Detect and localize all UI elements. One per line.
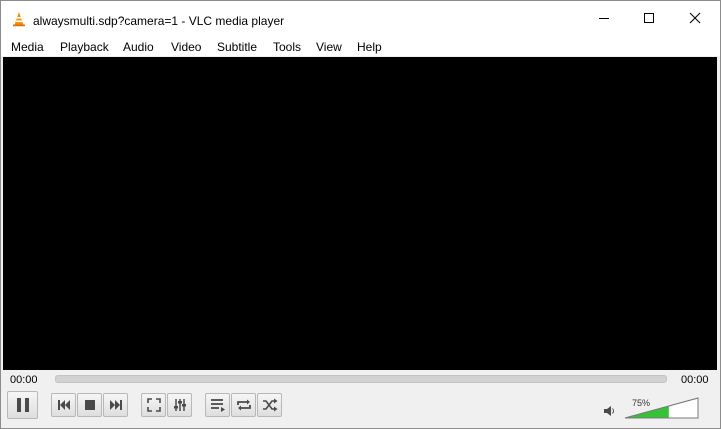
- minimize-icon: [599, 17, 609, 19]
- pause-button[interactable]: [7, 391, 38, 419]
- menu-playback[interactable]: Playback: [60, 40, 109, 54]
- stop-icon: [84, 400, 95, 410]
- elapsed-time: 00:00: [10, 374, 38, 386]
- close-button[interactable]: [672, 1, 718, 34]
- vlc-cone-icon: [13, 12, 25, 27]
- previous-icon: [57, 400, 70, 410]
- menu-subtitle[interactable]: Subtitle: [217, 40, 257, 54]
- previous-button[interactable]: [51, 393, 76, 417]
- video-area[interactable]: [3, 57, 717, 370]
- extended-settings-icon: [173, 399, 186, 411]
- menu-help[interactable]: Help: [357, 40, 382, 54]
- loop-icon: [236, 399, 251, 411]
- loop-button[interactable]: [231, 393, 256, 417]
- title-bar: alwaysmulti.sdp?camera=1 - VLC media pla…: [1, 1, 720, 34]
- maximize-icon: [644, 12, 654, 23]
- close-icon: [689, 12, 701, 23]
- shuffle-button[interactable]: [257, 393, 282, 417]
- menu-video[interactable]: Video: [171, 40, 201, 54]
- volume-percent-label: 75%: [632, 398, 651, 408]
- menu-view[interactable]: View: [316, 40, 342, 54]
- next-icon: [109, 400, 122, 410]
- shuffle-icon: [262, 398, 277, 412]
- menu-bar: Media Playback Audio Video Subtitle Tool…: [1, 34, 720, 56]
- playlist-button[interactable]: [205, 393, 230, 417]
- minimize-button[interactable]: [581, 1, 627, 34]
- fullscreen-icon: [146, 398, 161, 412]
- fullscreen-button[interactable]: [141, 393, 166, 417]
- next-button[interactable]: [103, 393, 128, 417]
- total-time: 00:00: [681, 374, 709, 386]
- speaker-icon[interactable]: [603, 405, 616, 417]
- playlist-icon: [210, 399, 225, 412]
- menu-tools[interactable]: Tools: [273, 40, 301, 54]
- pause-icon: [16, 398, 29, 412]
- maximize-button[interactable]: [626, 1, 672, 34]
- menu-audio[interactable]: Audio: [123, 40, 154, 54]
- window-title: alwaysmulti.sdp?camera=1 - VLC media pla…: [33, 14, 285, 28]
- extended-settings-button[interactable]: [167, 393, 192, 417]
- menu-media[interactable]: Media: [11, 40, 44, 54]
- stop-button[interactable]: [77, 393, 102, 417]
- seek-row: 00:00 00:00: [1, 371, 720, 391]
- vlc-window: alwaysmulti.sdp?camera=1 - VLC media pla…: [0, 0, 721, 429]
- seek-bar[interactable]: [55, 375, 667, 383]
